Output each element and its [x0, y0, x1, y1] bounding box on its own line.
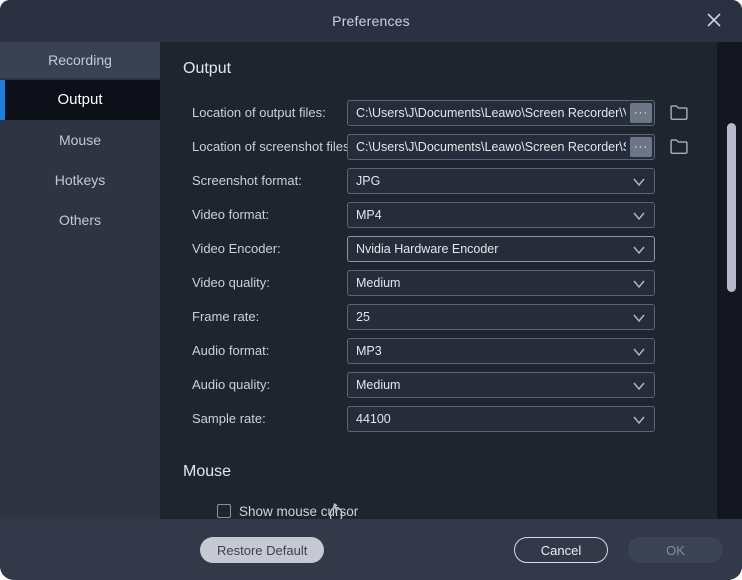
mouse-cursor-icon: [327, 502, 345, 519]
settings-panel: Output Location of output files: ··· Loc…: [160, 42, 742, 519]
field-row-sample-rate: Sample rate: 44100: [160, 406, 742, 432]
video-encoder-select[interactable]: Nvidia Hardware Encoder: [347, 236, 655, 262]
title-bar: Preferences: [0, 0, 742, 42]
mouse-section-title: Mouse: [183, 463, 231, 481]
field-label: Video quality:: [192, 270, 270, 296]
selected-value: Nvidia Hardware Encoder: [356, 237, 498, 261]
chevron-down-icon: [632, 277, 646, 295]
scrollbar-track[interactable]: [717, 42, 742, 519]
field-row-video-format: Video format: MP4: [160, 202, 742, 228]
chevron-down-icon: [632, 311, 646, 329]
screenshot-format-select[interactable]: JPG: [347, 168, 655, 194]
video-format-select[interactable]: MP4: [347, 202, 655, 228]
field-row-frame-rate: Frame rate: 25: [160, 304, 742, 330]
chevron-down-icon: [632, 379, 646, 397]
open-output-folder-button[interactable]: [668, 102, 690, 124]
chevron-down-icon: [632, 175, 646, 193]
field-row-screenshot-format: Screenshot format: JPG: [160, 168, 742, 194]
folder-icon: [669, 109, 689, 124]
close-button[interactable]: [699, 5, 729, 35]
selected-value: 25: [356, 305, 370, 329]
selected-value: Medium: [356, 271, 400, 295]
field-label: Sample rate:: [192, 406, 266, 432]
scrollbar-thumb[interactable]: [727, 123, 736, 292]
folder-icon: [669, 143, 689, 158]
field-label: Audio format:: [192, 338, 269, 364]
sample-rate-select[interactable]: 44100: [347, 406, 655, 432]
chevron-down-icon: [632, 413, 646, 431]
open-screenshot-folder-button[interactable]: [668, 136, 690, 158]
field-row-audio-format: Audio format: MP3: [160, 338, 742, 364]
preferences-dialog: Preferences Recording Output Mouse Hotke…: [0, 0, 742, 580]
chevron-down-icon: [632, 209, 646, 227]
audio-quality-select[interactable]: Medium: [347, 372, 655, 398]
chevron-down-icon: [632, 345, 646, 363]
show-mouse-cursor-checkbox[interactable]: [217, 504, 231, 518]
selected-value: Medium: [356, 373, 400, 397]
sidebar-item-mouse[interactable]: Mouse: [0, 120, 160, 160]
ok-button[interactable]: OK: [628, 537, 723, 563]
field-label: Video Encoder:: [192, 236, 281, 262]
selected-accent-bar: [0, 80, 5, 120]
video-quality-select[interactable]: Medium: [347, 270, 655, 296]
output-location-input[interactable]: [348, 101, 654, 125]
field-label: Screenshot format:: [192, 168, 302, 194]
screenshot-location-input[interactable]: [348, 135, 654, 159]
selected-value: JPG: [356, 169, 380, 193]
sidebar-item-output[interactable]: Output: [0, 80, 160, 120]
field-row-video-quality: Video quality: Medium: [160, 270, 742, 296]
frame-rate-select[interactable]: 25: [347, 304, 655, 330]
browse-output-button[interactable]: ···: [630, 103, 652, 123]
selected-value: MP4: [356, 203, 382, 227]
audio-format-select[interactable]: MP3: [347, 338, 655, 364]
output-location-field: ···: [347, 100, 655, 126]
sidebar-item-recording[interactable]: Recording: [0, 42, 160, 78]
dialog-title: Preferences: [0, 0, 742, 42]
selected-value: 44100: [356, 407, 391, 431]
sidebar-item-hotkeys[interactable]: Hotkeys: [0, 160, 160, 200]
field-label: Frame rate:: [192, 304, 259, 330]
field-row-output-location: Location of output files: ···: [160, 100, 742, 126]
sidebar-item-label: Output: [57, 91, 102, 108]
field-row-video-encoder: Video Encoder: Nvidia Hardware Encoder: [160, 236, 742, 262]
footer-bar: Restore Default Cancel OK: [0, 519, 742, 580]
field-label: Location of output files:: [192, 100, 326, 126]
field-label: Audio quality:: [192, 372, 270, 398]
output-section-title: Output: [183, 60, 231, 78]
field-row-audio-quality: Audio quality: Medium: [160, 372, 742, 398]
sidebar: Recording Output Mouse Hotkeys Others: [0, 42, 160, 519]
chevron-down-icon: [632, 243, 646, 261]
field-row-screenshot-location: Location of screenshot files: ···: [160, 134, 742, 160]
field-label: Location of screenshot files:: [192, 134, 353, 160]
browse-screenshot-button[interactable]: ···: [630, 137, 652, 157]
cancel-button[interactable]: Cancel: [514, 537, 608, 563]
restore-default-button[interactable]: Restore Default: [200, 537, 324, 563]
selected-value: MP3: [356, 339, 382, 363]
sidebar-item-others[interactable]: Others: [0, 200, 160, 240]
field-label: Video format:: [192, 202, 269, 228]
screenshot-location-field: ···: [347, 134, 655, 160]
close-icon: [705, 11, 723, 29]
